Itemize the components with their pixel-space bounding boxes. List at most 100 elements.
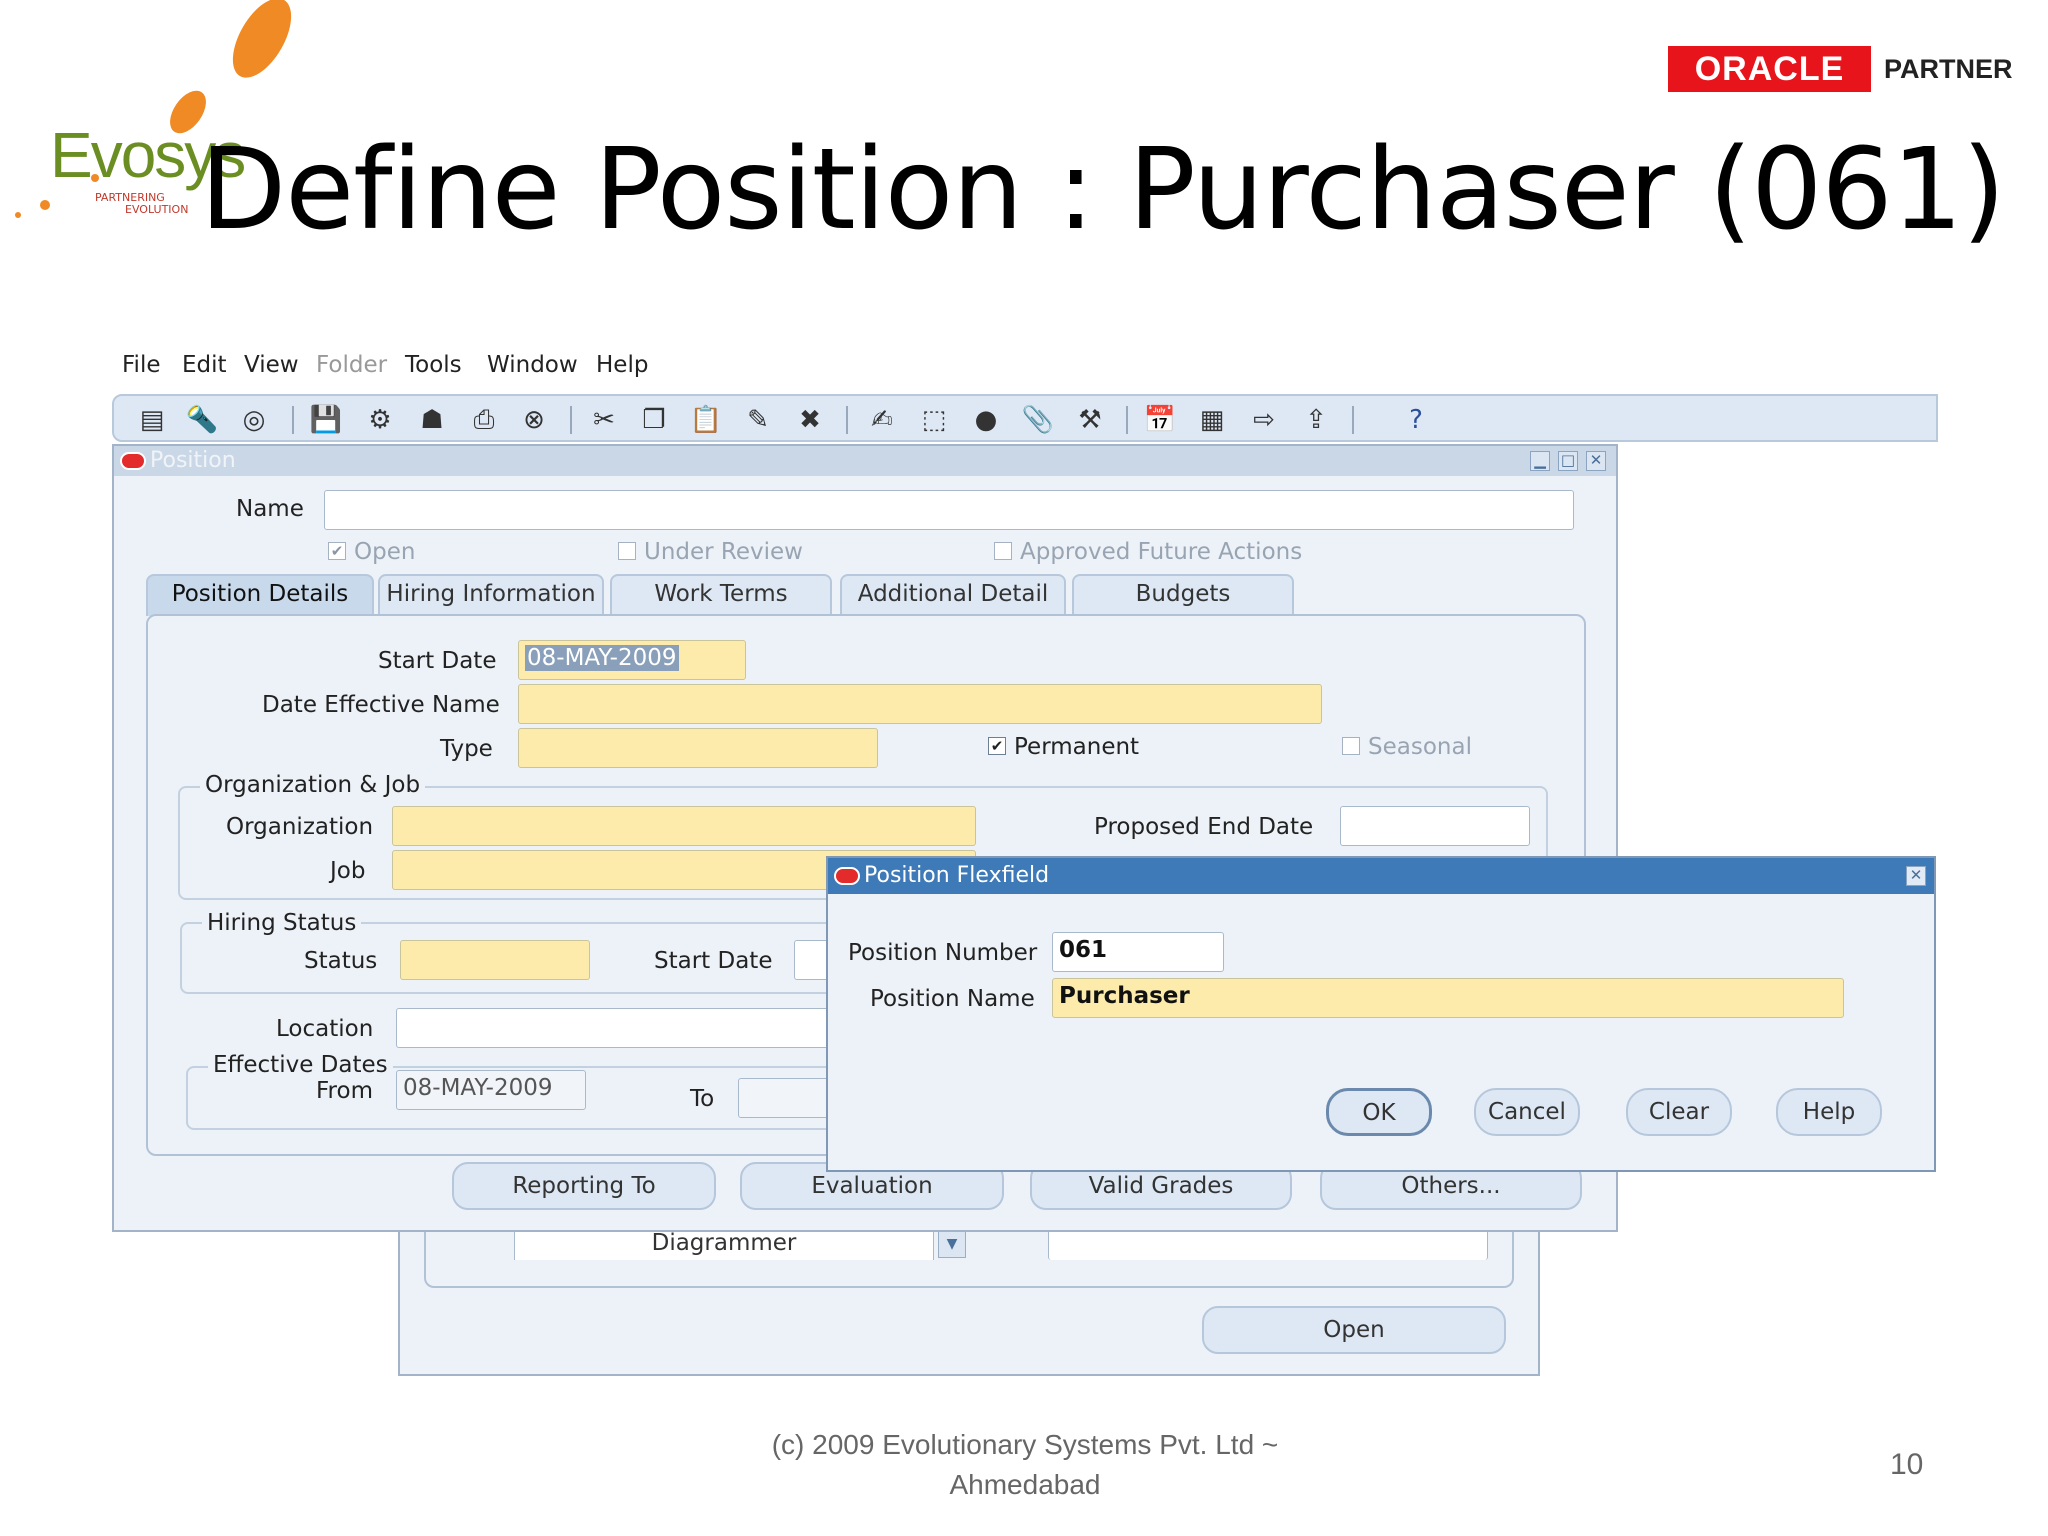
- job-label: Job: [330, 858, 366, 884]
- diagrammer-dropdown-value: Diagrammer: [651, 1230, 797, 1256]
- zoom-icon[interactable]: ⬚: [918, 404, 950, 436]
- next-step-icon[interactable]: ⚙: [364, 404, 396, 436]
- background-field[interactable]: [1048, 1228, 1488, 1260]
- hiring-status-group-label: Hiring Status: [202, 910, 362, 936]
- start-date-field[interactable]: 08-MAY-2009: [518, 640, 746, 680]
- start-date-label: Start Date: [378, 648, 497, 674]
- menu-tools[interactable]: Tools: [405, 352, 462, 378]
- diagrammer-dropdown[interactable]: Diagrammer: [514, 1228, 934, 1260]
- start-date-value: 08-MAY-2009: [525, 645, 679, 671]
- under-review-label: Under Review: [644, 539, 803, 565]
- under-review-checkbox[interactable]: [618, 542, 636, 560]
- close-form-icon[interactable]: ⊗: [518, 404, 550, 436]
- flexfield-title: Position Flexfield: [864, 863, 1050, 888]
- close-icon[interactable]: ✕: [1586, 451, 1606, 471]
- switch-responsibility-icon[interactable]: ☗: [416, 404, 448, 436]
- tab-position-details[interactable]: Position Details: [146, 574, 374, 616]
- partner-label: PARTNER: [1884, 54, 2013, 84]
- approved-future-actions-label: Approved Future Actions: [1020, 539, 1303, 565]
- hiring-start-date-label: Start Date: [654, 948, 773, 974]
- folder-tools-icon[interactable]: ⚒: [1074, 404, 1106, 436]
- export-icon[interactable]: ⇪: [1300, 404, 1332, 436]
- seasonal-label: Seasonal: [1368, 734, 1472, 760]
- paste-icon[interactable]: 📋: [690, 404, 722, 436]
- to-date-field[interactable]: [738, 1078, 838, 1118]
- status-label: Status: [304, 948, 378, 974]
- permanent-label: Permanent: [1014, 734, 1140, 760]
- status-field[interactable]: [400, 940, 590, 980]
- chevron-down-icon[interactable]: ▼: [938, 1230, 966, 1258]
- menu-folder[interactable]: Folder: [316, 352, 387, 378]
- calendar-icon[interactable]: 📅: [1144, 404, 1176, 436]
- from-date-field[interactable]: 08-MAY-2009: [396, 1070, 586, 1110]
- position-window-title: Position: [150, 448, 236, 473]
- close-icon[interactable]: ✕: [1906, 866, 1926, 886]
- menu-edit[interactable]: Edit: [182, 352, 227, 378]
- name-label: Name: [236, 496, 304, 522]
- navigator-icon[interactable]: ◎: [238, 404, 270, 436]
- navigate-icon[interactable]: ⇨: [1248, 404, 1280, 436]
- footer-line-2: Ahmedabad: [949, 1469, 1101, 1500]
- reporting-to-button[interactable]: Reporting To: [452, 1162, 716, 1210]
- attachments-icon[interactable]: 📎: [1022, 404, 1054, 436]
- position-titlebar[interactable]: Position ▁ □ ✕: [114, 446, 1616, 476]
- open-checkbox[interactable]: ✔: [328, 542, 346, 560]
- tab-hiring-information[interactable]: Hiring Information: [378, 574, 604, 614]
- clear-record-icon[interactable]: ✎: [742, 404, 774, 436]
- organization-job-group-label: Organization & Job: [200, 772, 426, 798]
- print-icon[interactable]: ⎙: [468, 404, 500, 436]
- evosys-logo-tagline: PARTNERING EVOLUTION: [95, 191, 189, 216]
- position-number-field[interactable]: 061: [1052, 932, 1224, 972]
- open-checkbox-label: Open: [354, 539, 416, 565]
- organization-field[interactable]: [392, 806, 976, 846]
- location-field[interactable]: [396, 1008, 836, 1048]
- organization-label: Organization: [226, 814, 374, 840]
- ok-button[interactable]: OK: [1326, 1088, 1432, 1136]
- name-field[interactable]: [324, 490, 1574, 530]
- menu-help[interactable]: Help: [596, 352, 648, 378]
- delete-record-icon[interactable]: ✖: [794, 404, 826, 436]
- oracle-window-icon: [120, 452, 146, 470]
- save-icon[interactable]: 💾: [310, 404, 342, 436]
- location-label: Location: [276, 1016, 374, 1042]
- date-effective-name-field[interactable]: [518, 684, 1322, 724]
- find-icon[interactable]: 🔦: [186, 404, 218, 436]
- tab-budgets[interactable]: Budgets: [1072, 574, 1294, 614]
- help-icon[interactable]: ?: [1400, 404, 1432, 436]
- permanent-checkbox[interactable]: ✔: [988, 737, 1006, 755]
- menu-window[interactable]: Window: [487, 352, 578, 378]
- page-number: 10: [1890, 1448, 1924, 1481]
- to-label: To: [690, 1086, 715, 1112]
- approved-future-actions-checkbox[interactable]: [994, 542, 1012, 560]
- cancel-button[interactable]: Cancel: [1474, 1088, 1580, 1136]
- minimize-icon[interactable]: ▁: [1530, 451, 1550, 471]
- tab-additional-detail[interactable]: Additional Detail: [840, 574, 1066, 614]
- menu-file[interactable]: File: [122, 352, 161, 378]
- help-button[interactable]: Help: [1776, 1088, 1882, 1136]
- from-label: From: [316, 1078, 373, 1104]
- seasonal-checkbox[interactable]: [1342, 737, 1360, 755]
- copy-icon[interactable]: ❐: [638, 404, 670, 436]
- position-name-field[interactable]: Purchaser: [1052, 978, 1844, 1018]
- edit-field-icon[interactable]: ✍: [866, 404, 898, 436]
- workdays-icon[interactable]: ▦: [1196, 404, 1228, 436]
- translations-icon[interactable]: ●: [970, 404, 1002, 436]
- proposed-end-date-label: Proposed End Date: [1094, 814, 1314, 840]
- slide-footer: (c) 2009 Evolutionary Systems Pvt. Ltd ~…: [700, 1425, 1350, 1505]
- cut-icon[interactable]: ✂: [588, 404, 620, 436]
- oracle-window-icon: [834, 867, 860, 885]
- toolbar: ▤ 🔦 ◎ 💾 ⚙ ☗ ⎙ ⊗ ✂ ❐ 📋 ✎ ✖ ✍ ⬚ ● 📎 ⚒ 📅 ▦ …: [112, 394, 1938, 442]
- oracle-logo: ORACLE: [1668, 46, 1871, 92]
- slide-title: Define Position : Purchaser (061): [200, 125, 2006, 255]
- maximize-icon[interactable]: □: [1558, 451, 1578, 471]
- type-field[interactable]: [518, 728, 878, 768]
- clear-button[interactable]: Clear: [1626, 1088, 1732, 1136]
- position-name-label: Position Name: [870, 986, 1035, 1012]
- footer-line-1: (c) 2009 Evolutionary Systems Pvt. Ltd ~: [771, 1429, 1279, 1460]
- flexfield-titlebar[interactable]: Position Flexfield ✕: [828, 858, 1934, 894]
- tab-work-terms[interactable]: Work Terms: [610, 574, 832, 614]
- menu-view[interactable]: View: [244, 352, 299, 378]
- open-button[interactable]: Open: [1202, 1306, 1506, 1354]
- new-record-icon[interactable]: ▤: [136, 404, 168, 436]
- proposed-end-date-field[interactable]: [1340, 806, 1530, 846]
